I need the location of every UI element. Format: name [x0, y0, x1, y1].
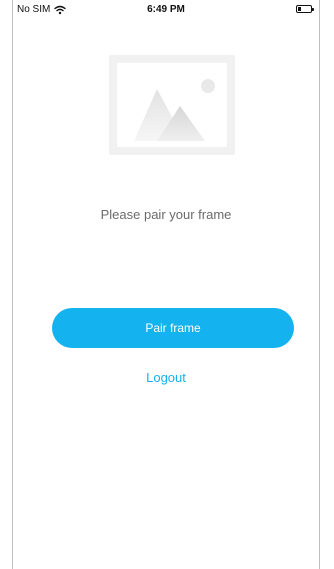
logout-link[interactable]: Logout — [13, 370, 319, 385]
status-bar: No SIM 6:49 PM — [13, 0, 319, 22]
pair-frame-button[interactable]: Pair frame — [52, 308, 294, 348]
frame-illustration — [109, 55, 235, 155]
status-time: 6:49 PM — [147, 4, 185, 15]
battery-level — [298, 7, 301, 11]
phone-screen: No SIM 6:49 PM Please pair your frame Pa… — [12, 0, 320, 569]
image-placeholder-icon — [134, 79, 215, 141]
frame-inner — [117, 63, 227, 147]
battery-icon — [296, 5, 314, 13]
pair-prompt: Please pair your frame — [100, 207, 232, 222]
